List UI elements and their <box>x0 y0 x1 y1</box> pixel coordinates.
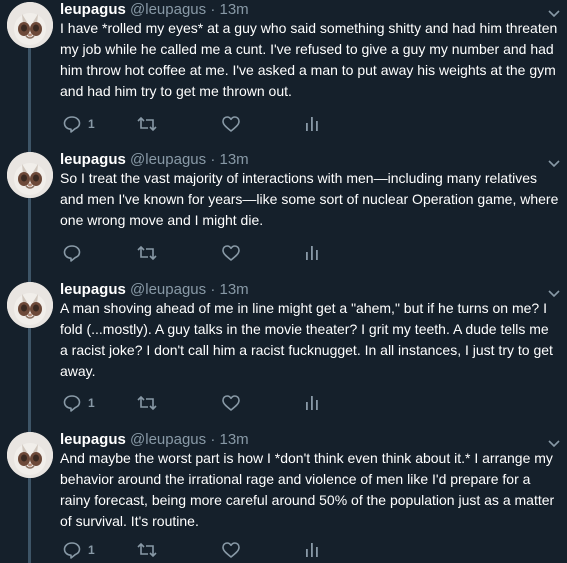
timestamp[interactable]: 13m <box>220 281 249 298</box>
tweet-text: So I treat the vast majority of interact… <box>60 170 559 228</box>
retweet-button[interactable] <box>136 243 158 263</box>
tweet[interactable]: leupagus @leupagus · 13m I have *rolled … <box>0 0 567 140</box>
like-button[interactable] <box>221 393 241 413</box>
thread-connector <box>28 198 31 280</box>
timestamp[interactable]: 13m <box>220 1 249 18</box>
tweet[interactable]: leupagus @leupagus · 13m And maybe the w… <box>0 428 567 563</box>
tweet[interactable]: leupagus @leupagus · 13m So I treat the … <box>0 140 567 280</box>
separator-dot: · <box>210 431 216 448</box>
analytics-icon <box>302 114 322 134</box>
analytics-button[interactable] <box>302 540 322 560</box>
analytics-icon <box>302 243 322 263</box>
like-button[interactable] <box>221 114 241 134</box>
user-handle[interactable]: @leupagus <box>130 281 206 298</box>
retweet-button[interactable] <box>136 114 158 134</box>
tweet-thread: leupagus @leupagus · 13m I have *rolled … <box>0 0 567 563</box>
analytics-button[interactable] <box>302 393 322 413</box>
separator-dot: · <box>210 151 216 168</box>
retweet-icon <box>136 393 158 413</box>
tweet-text: I have *rolled my eyes* at a guy who sai… <box>60 20 558 99</box>
heart-icon <box>221 243 241 263</box>
avatar[interactable] <box>7 282 53 328</box>
reply-button[interactable]: 1 <box>62 540 95 560</box>
timestamp[interactable]: 13m <box>220 151 249 168</box>
user-handle[interactable]: @leupagus <box>130 431 206 448</box>
chevron-down-icon[interactable] <box>548 156 560 166</box>
tweet-header: leupagus @leupagus · 13m <box>60 150 249 170</box>
avatar[interactable] <box>7 152 53 198</box>
thread-connector <box>28 478 31 563</box>
tweet[interactable]: leupagus @leupagus · 13m A man shoving a… <box>0 278 567 430</box>
display-name[interactable]: leupagus <box>60 431 126 448</box>
user-handle[interactable]: @leupagus <box>130 151 206 168</box>
tweet-text: And maybe the worst part is how I *don't… <box>60 450 555 529</box>
display-name[interactable]: leupagus <box>60 151 126 168</box>
avatar[interactable] <box>7 432 53 478</box>
reply-count: 1 <box>88 117 95 131</box>
analytics-button[interactable] <box>302 114 322 134</box>
tweet-actions: 1 <box>60 114 360 134</box>
heart-icon <box>221 540 241 560</box>
tweet-actions: 1 <box>60 540 360 560</box>
user-handle[interactable]: @leupagus <box>130 1 206 18</box>
tweet-header: leupagus @leupagus · 13m <box>60 430 249 450</box>
tweet-actions: 1 <box>60 393 360 413</box>
reply-icon <box>62 393 82 413</box>
separator-dot: · <box>210 281 216 298</box>
tweet-text: A man shoving ahead of me in line might … <box>60 300 553 379</box>
reply-icon <box>62 243 82 263</box>
reply-count: 1 <box>88 543 95 557</box>
reply-icon <box>62 114 82 134</box>
reply-icon <box>62 540 82 560</box>
heart-icon <box>221 114 241 134</box>
chevron-down-icon[interactable] <box>548 286 560 296</box>
reply-count: 1 <box>88 396 95 410</box>
analytics-button[interactable] <box>302 243 322 263</box>
thread-connector <box>28 48 31 140</box>
retweet-icon <box>136 540 158 560</box>
tweet-header: leupagus @leupagus · 13m <box>60 0 249 20</box>
reply-button[interactable]: 1 <box>62 114 95 134</box>
retweet-icon <box>136 114 158 134</box>
tweet-header: leupagus @leupagus · 13m <box>60 280 249 300</box>
chevron-down-icon[interactable] <box>548 436 560 446</box>
retweet-button[interactable] <box>136 540 158 560</box>
thread-connector <box>28 328 31 430</box>
like-button[interactable] <box>221 243 241 263</box>
tweet-actions <box>60 243 360 263</box>
display-name[interactable]: leupagus <box>60 1 126 18</box>
like-button[interactable] <box>221 540 241 560</box>
thread-connector-top <box>28 140 31 152</box>
chevron-down-icon[interactable] <box>548 6 560 16</box>
analytics-icon <box>302 540 322 560</box>
reply-button[interactable] <box>62 243 88 263</box>
heart-icon <box>221 393 241 413</box>
avatar[interactable] <box>7 2 53 48</box>
retweet-icon <box>136 243 158 263</box>
separator-dot: · <box>210 1 216 18</box>
display-name[interactable]: leupagus <box>60 281 126 298</box>
retweet-button[interactable] <box>136 393 158 413</box>
reply-button[interactable]: 1 <box>62 393 95 413</box>
analytics-icon <box>302 393 322 413</box>
timestamp[interactable]: 13m <box>220 431 249 448</box>
